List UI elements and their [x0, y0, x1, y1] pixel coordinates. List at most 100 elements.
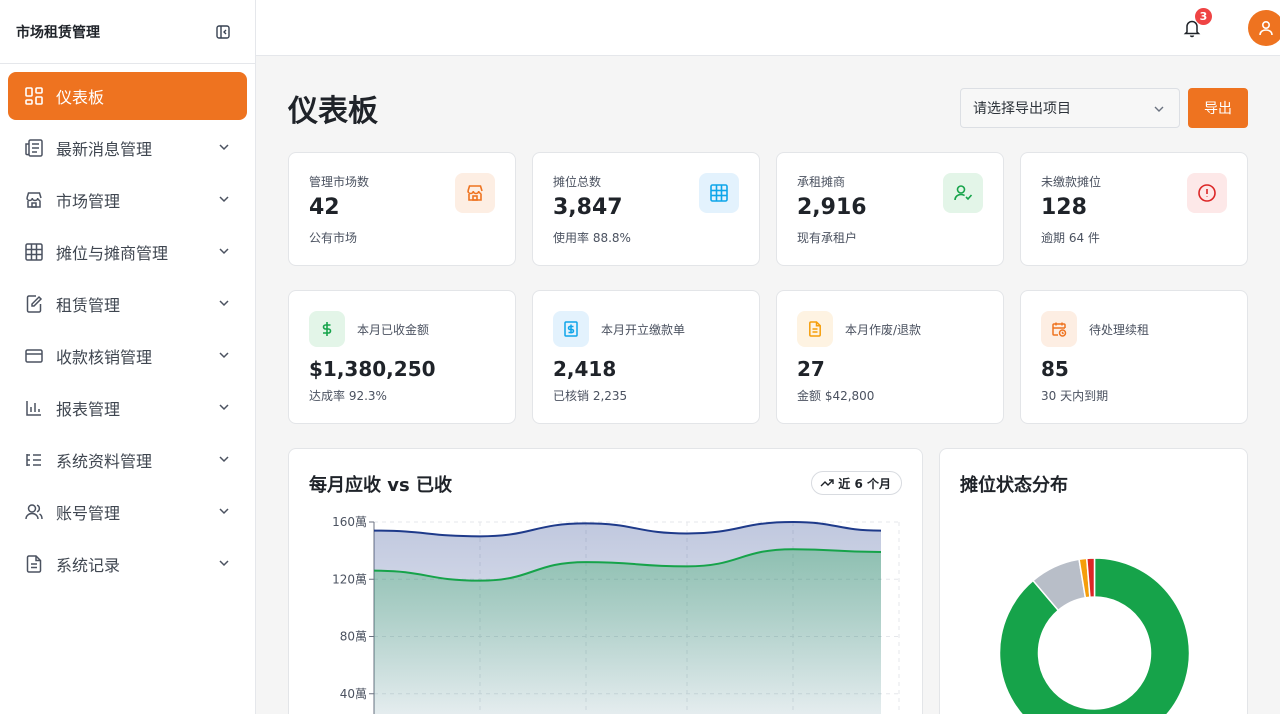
file-icon: [797, 311, 833, 347]
stat-card-markets: 管理市场数 42 公有市场: [288, 152, 516, 266]
export-item-select[interactable]: 请选择导出项目: [960, 88, 1180, 128]
chevron-down-icon: [219, 144, 229, 151]
contract-edit-icon: [24, 294, 44, 314]
newspaper-icon: [24, 138, 44, 158]
store-icon: [24, 190, 44, 210]
stat-card-collected: 本月已收金额 $1,380,250 达成率 92.3%: [288, 290, 516, 424]
receipt-icon: [553, 311, 589, 347]
y-tick-label: 40萬: [340, 687, 367, 701]
stat-sub: 使用率 88.8%: [553, 231, 631, 245]
chevron-down-icon: [219, 300, 229, 307]
y-tick-label: 120萬: [332, 572, 367, 586]
stat-label: 管理市场数: [309, 175, 370, 189]
stat-label: 未缴款摊位: [1041, 175, 1102, 189]
sidebar-item-label: 系统资料管理: [56, 452, 153, 471]
stat-label: 本月开立缴款单: [601, 323, 686, 337]
stat-sub: 金额 $42,800: [797, 389, 875, 403]
grid-icon: [699, 173, 739, 213]
sidebar-header: 市场租赁管理: [0, 0, 255, 64]
alert-circle-icon: [1187, 173, 1227, 213]
dollar-icon: [309, 311, 345, 347]
sidebar-item-reports[interactable]: 报表管理: [8, 384, 247, 432]
stat-value: 128: [1041, 195, 1087, 220]
stat-label: 摊位总数: [553, 175, 602, 189]
sidebar-item-label: 账号管理: [56, 504, 121, 523]
donut-chart: [998, 557, 1191, 714]
stat-sub: 30 天内到期: [1041, 389, 1109, 403]
stat-value: $1,380,250: [309, 357, 436, 381]
top-bar: 3: [256, 0, 1280, 56]
file-text-icon: [24, 554, 44, 574]
sidebar-item-leasing[interactable]: 租赁管理: [8, 280, 247, 328]
y-tick-label: 160萬: [332, 515, 367, 529]
notification-badge: 3: [1195, 8, 1212, 25]
sidebar-item-accounts[interactable]: 账号管理: [8, 488, 247, 536]
booth-status-card: 摊位状态分布: [939, 448, 1248, 714]
sidebar-item-news[interactable]: 最新消息管理: [8, 124, 247, 172]
sidebar-item-label: 租赁管理: [56, 296, 121, 315]
stat-card-renewals: 待处理续租 85 30 天内到期: [1020, 290, 1248, 424]
stat-value: 3,847: [553, 195, 623, 220]
stat-sub: 达成率 92.3%: [309, 389, 387, 403]
sidebar-item-label: 收款核销管理: [56, 348, 153, 367]
stat-value: 27: [797, 357, 825, 381]
sidebar-item-market[interactable]: 市场管理: [8, 176, 247, 224]
sidebar: 市场租赁管理 仪表板 最新消息管理 市场管理 摊位与摊商管理 租赁管理 收款核销…: [0, 0, 256, 714]
store-icon: [455, 173, 495, 213]
chevron-down-icon: [219, 560, 229, 567]
credit-card-icon: [24, 346, 44, 366]
user-check-icon: [943, 173, 983, 213]
sidebar-item-label: 摊位与摊商管理: [56, 244, 169, 263]
sidebar-item-dashboard[interactable]: 仪表板: [8, 72, 247, 120]
chevron-down-icon: [219, 196, 229, 203]
y-tick-label: 80萬: [340, 630, 367, 644]
stat-value: 85: [1041, 357, 1069, 381]
dashboard-icon: [24, 86, 44, 106]
sidebar-item-label: 系统记录: [56, 556, 121, 575]
sidebar-item-label: 报表管理: [56, 400, 121, 419]
stat-card-tenants: 承租摊商 2,916 现有承租户: [776, 152, 1004, 266]
stat-sub: 已核销 2,235: [553, 389, 628, 403]
stat-label: 本月已收金额: [357, 323, 430, 337]
chevron-down-icon: [1154, 106, 1164, 112]
export-button[interactable]: 导出: [1188, 88, 1248, 128]
area-chart: 160萬 120萬 80萬 40萬: [332, 515, 900, 714]
monthly-chart-card: 每月应收 vs 已收 近 6 个月 160萬 120萬 80萬 40萬: [288, 448, 923, 714]
stat-card-unpaid: 未缴款摊位 128 逾期 64 件: [1020, 152, 1248, 266]
sidebar-item-label: 最新消息管理: [56, 140, 153, 159]
users-icon: [24, 502, 44, 522]
list-tree-icon: [24, 450, 44, 470]
sidebar-nav: 仪表板 最新消息管理 市场管理 摊位与摊商管理 租赁管理 收款核销管理 报表管理…: [0, 64, 255, 600]
stat-value: 42: [309, 195, 340, 220]
stat-sub: 公有市场: [309, 231, 358, 245]
bar-chart-icon: [24, 398, 44, 418]
sidebar-item-system-data[interactable]: 系统资料管理: [8, 436, 247, 484]
sidebar-item-booths[interactable]: 摊位与摊商管理: [8, 228, 247, 276]
chevron-down-icon: [219, 404, 229, 411]
collapse-sidebar-icon[interactable]: [215, 24, 231, 40]
stat-card-booths: 摊位总数 3,847 使用率 88.8%: [532, 152, 760, 266]
chevron-down-icon: [219, 248, 229, 255]
sidebar-item-system-logs[interactable]: 系统记录: [8, 540, 247, 588]
grid-icon: [24, 242, 44, 262]
stat-label: 本月作废/退款: [845, 323, 922, 337]
stat-label: 待处理续租: [1089, 323, 1150, 337]
sidebar-item-label: 仪表板: [56, 88, 105, 107]
stat-label: 承租摊商: [797, 175, 846, 189]
sidebar-item-label: 市场管理: [56, 192, 121, 211]
chevron-down-icon: [219, 508, 229, 515]
stat-sub: 逾期 64 件: [1041, 231, 1100, 245]
stat-value: 2,916: [797, 195, 867, 220]
calendar-clock-icon: [1041, 311, 1077, 347]
stat-card-voided: 本月作废/退款 27 金额 $42,800: [776, 290, 1004, 424]
avatar[interactable]: [1248, 10, 1280, 46]
stat-value: 2,418: [553, 357, 617, 381]
stat-sub: 现有承租户: [797, 231, 858, 245]
page-title: 仪表板: [288, 94, 378, 129]
app-title: 市场租赁管理: [16, 24, 100, 41]
sidebar-item-payments[interactable]: 收款核销管理: [8, 332, 247, 380]
chevron-down-icon: [219, 456, 229, 463]
export-select-placeholder: 请选择导出项目: [973, 101, 1071, 117]
chevron-down-icon: [219, 352, 229, 359]
stat-card-bills: 本月开立缴款单 2,418 已核销 2,235: [532, 290, 760, 424]
